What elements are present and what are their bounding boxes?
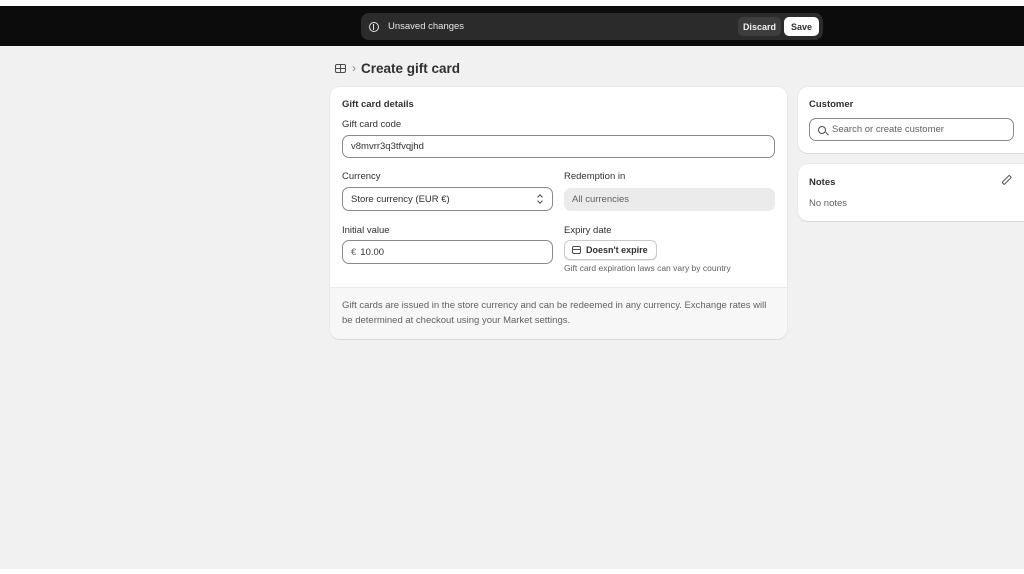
- notes-heading: Notes: [809, 177, 836, 188]
- redemption-value: All currencies: [572, 194, 630, 205]
- breadcrumb: › Create gift card: [335, 59, 460, 77]
- redemption-field: All currencies: [564, 188, 775, 211]
- initial-value-input[interactable]: € 10.00: [342, 240, 553, 264]
- currency-label: Currency: [342, 171, 381, 182]
- currency-prefix: €: [351, 246, 357, 258]
- currency-select-value: Store currency (EUR €): [351, 193, 450, 205]
- chevron-right-icon: ›: [352, 61, 356, 75]
- gift-card-code-input[interactable]: v8mvrr3q3tfvqjhd: [342, 135, 775, 158]
- card-footer-note: Gift cards are issued in the store curre…: [330, 287, 787, 339]
- initial-value-label: Initial value: [342, 225, 390, 236]
- unsaved-changes-message: Unsaved changes: [388, 21, 465, 32]
- contextual-save-bar: Unsaved changes Discard Save: [361, 13, 823, 40]
- search-icon: [818, 125, 826, 134]
- discard-button[interactable]: Discard: [737, 17, 781, 36]
- customer-card: Customer Search or create customer: [798, 87, 1024, 153]
- top-bar: Unsaved changes Discard Save: [0, 6, 1024, 46]
- initial-value: 10.00: [360, 246, 385, 258]
- card-heading: Gift card details: [342, 99, 414, 110]
- alert-circle-icon: [369, 21, 379, 32]
- redemption-label: Redemption in: [564, 171, 626, 182]
- customer-search-input[interactable]: Search or create customer: [809, 118, 1014, 141]
- save-button[interactable]: Save: [783, 17, 819, 36]
- edit-pencil-icon[interactable]: [1001, 174, 1012, 185]
- notes-value: No notes: [809, 198, 848, 209]
- expiry-help-text: Gift card expiration laws can vary by co…: [564, 263, 731, 273]
- expiry-date-label: Expiry date: [564, 225, 612, 236]
- calendar-icon: [572, 246, 581, 254]
- gift-card-code-label: Gift card code: [342, 119, 402, 130]
- notes-card: Notes No notes: [798, 164, 1024, 221]
- currency-select[interactable]: Store currency (EUR €): [342, 187, 553, 211]
- page-title: Create gift card: [361, 60, 461, 76]
- expiry-button-label: Doesn't expire: [586, 245, 648, 255]
- gift-card-code-value: v8mvrr3q3tfvqjhd: [351, 141, 424, 152]
- customer-search-placeholder: Search or create customer: [832, 124, 944, 135]
- expiry-date-button[interactable]: Doesn't expire: [564, 240, 657, 260]
- select-chevron-icon: [537, 194, 543, 205]
- customer-heading: Customer: [809, 99, 854, 110]
- gift-card-details-card: Gift card details Gift card code v8mvrr3…: [330, 87, 787, 339]
- gift-card-icon[interactable]: [335, 63, 346, 73]
- letterbox-bottom: [0, 569, 1024, 574]
